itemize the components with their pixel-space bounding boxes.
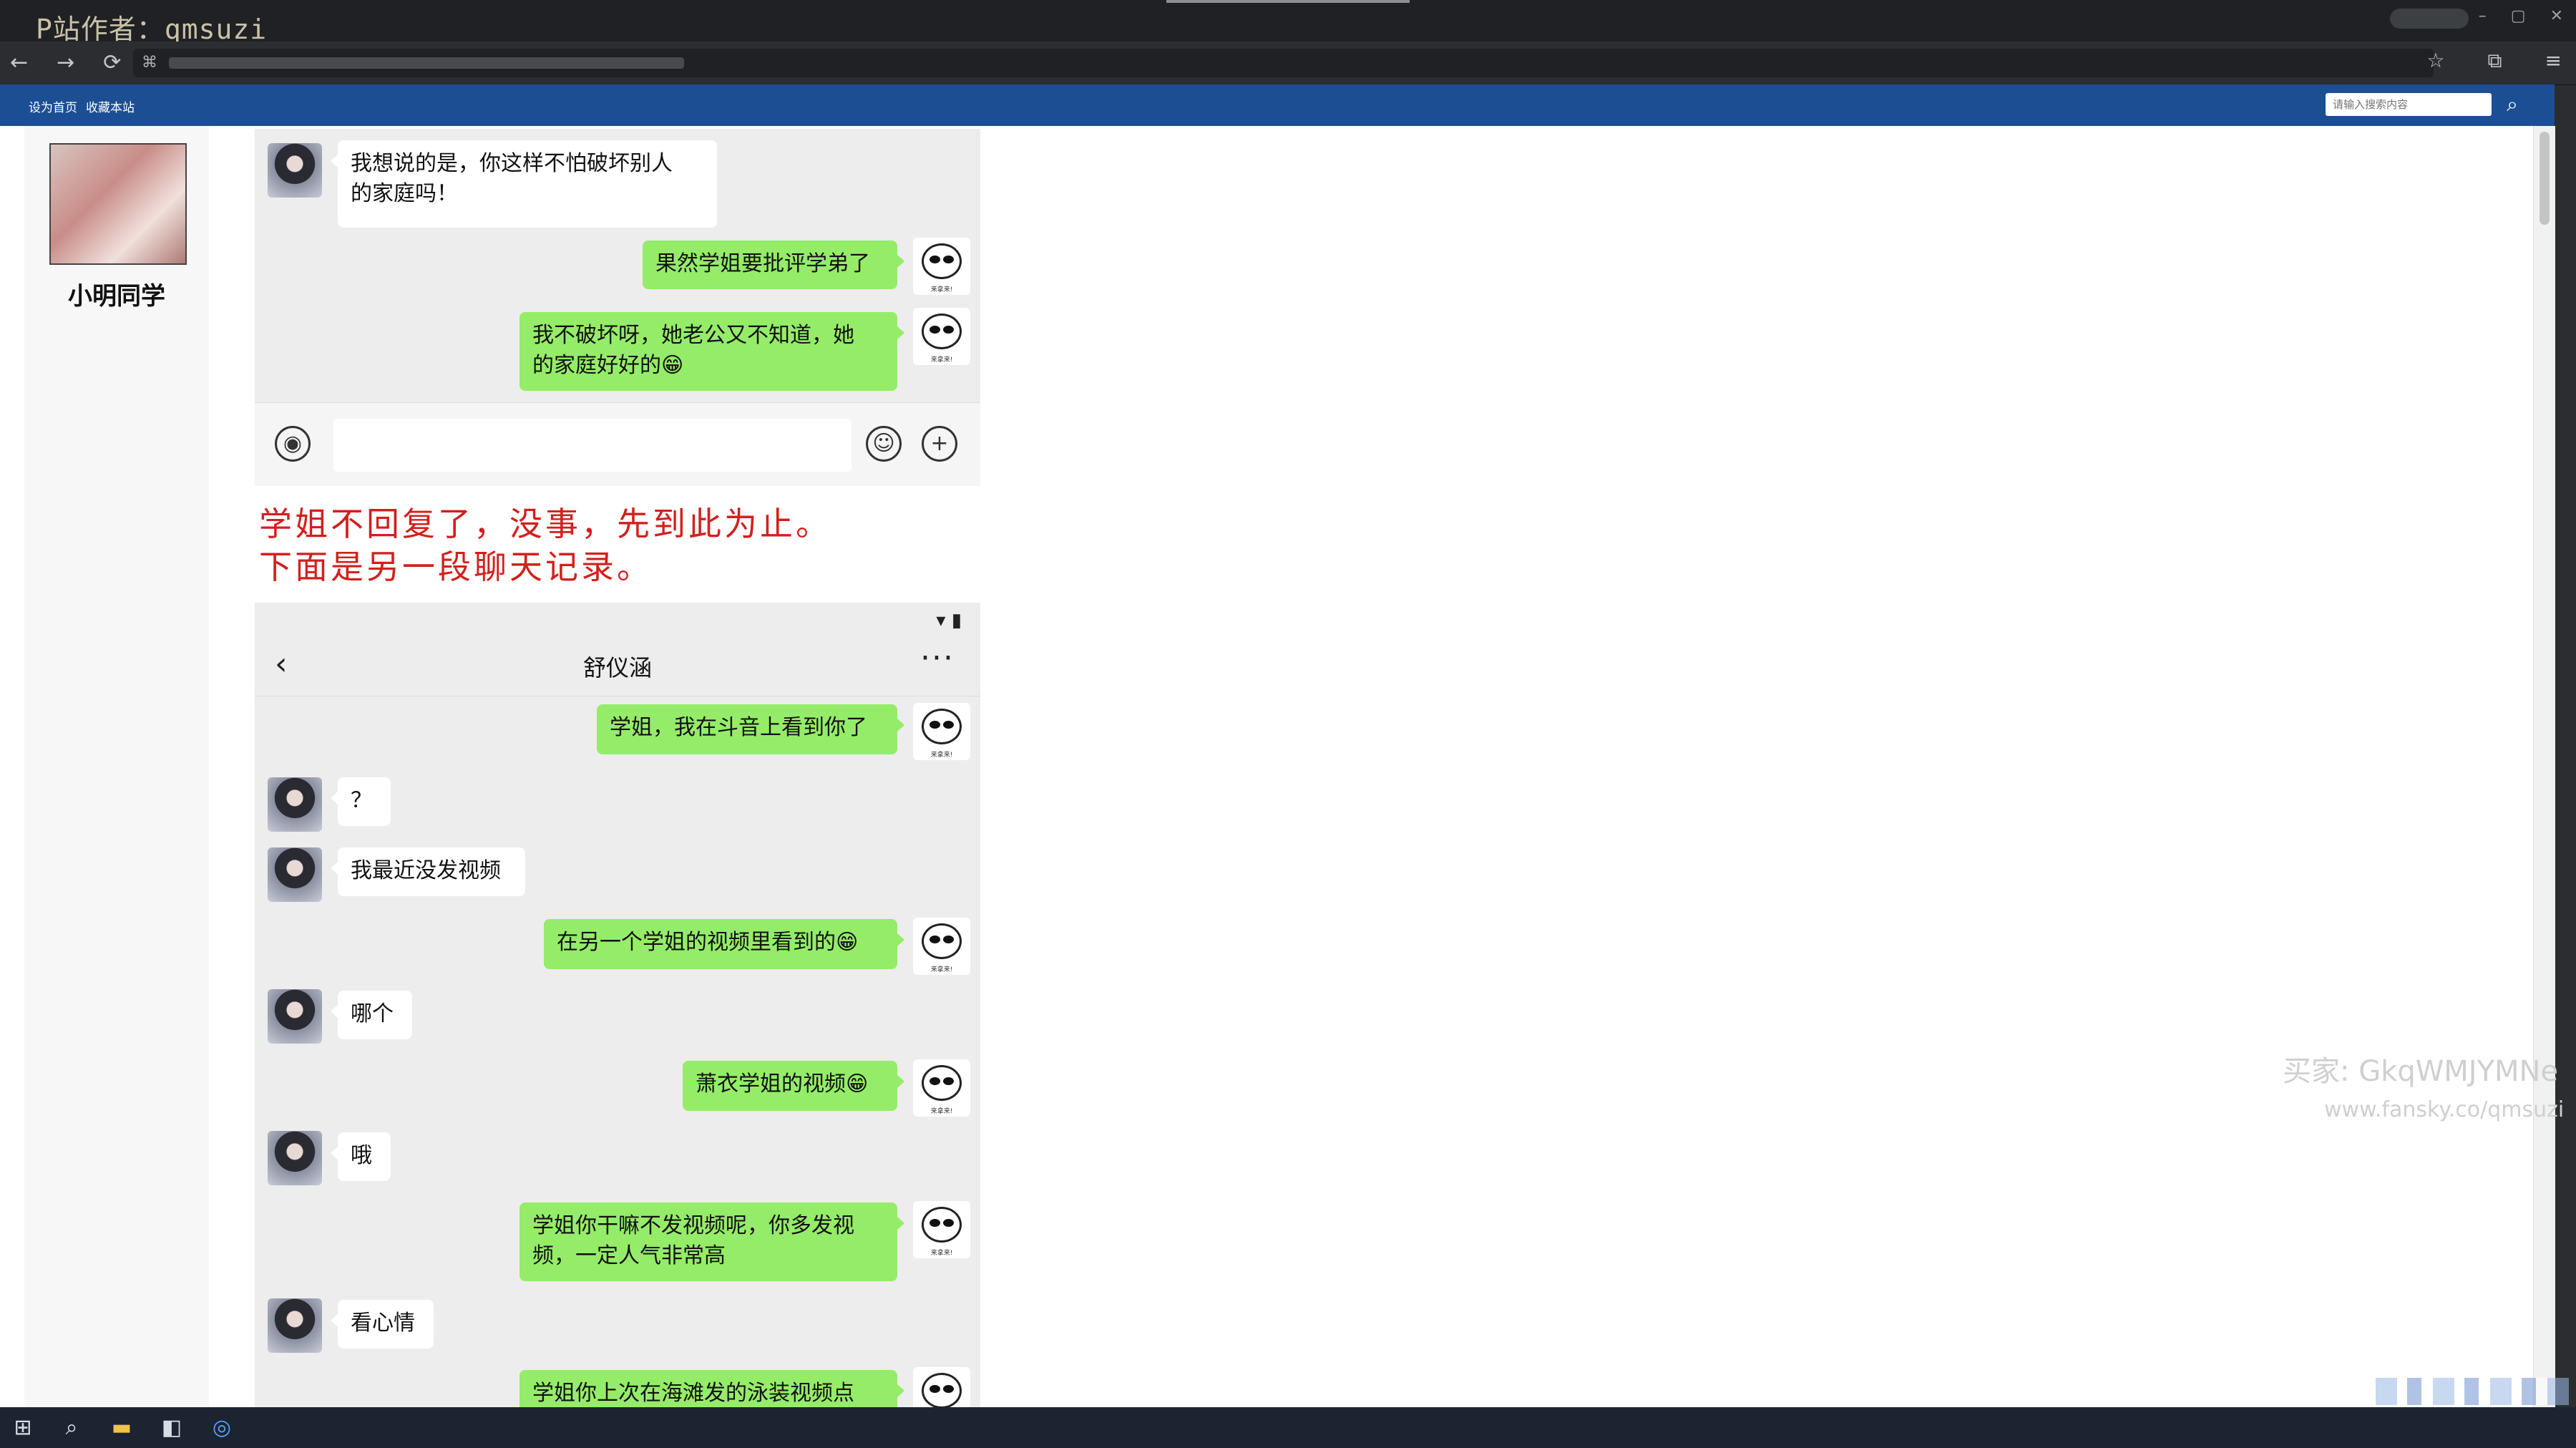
- girl-avatar: [268, 777, 322, 832]
- browser-icon[interactable]: ◎: [208, 1414, 236, 1442]
- blurred-tray-area: [2376, 1378, 2569, 1405]
- girl-avatar: [268, 847, 322, 902]
- set-homepage-link[interactable]: 设为首页: [29, 97, 77, 115]
- active-tab-indicator[interactable]: [1166, 0, 1410, 3]
- extensions-icon[interactable]: ⧉: [2488, 49, 2502, 73]
- buyer-watermark-line1: 买家: GkqWMJYMNe: [2283, 1055, 2559, 1088]
- toolbar-right: ☆ ⧉ ≡: [2426, 49, 2562, 73]
- message-bubble-out: 学姐你上次在海滩发的泳装视频点: [519, 1370, 904, 1407]
- message-input[interactable]: [333, 419, 852, 472]
- menu-icon[interactable]: ≡: [2545, 49, 2562, 73]
- note-line-2: 下面是另一段聊天记录。: [259, 548, 653, 586]
- panda-avatar: 来拿来!: [913, 703, 970, 760]
- message-bubble-in: 哪个: [331, 991, 412, 1039]
- panda-face: [922, 923, 962, 959]
- girl-avatar: [268, 1131, 322, 1185]
- emoji-icon[interactable]: ☺: [866, 426, 902, 462]
- page-content: 小明同学 我想说的是，你这样不怕破坏别人 的家庭吗！ 来拿来! 果然学姐要批评学…: [0, 126, 2555, 1407]
- minimize-icon[interactable]: –: [2479, 7, 2487, 25]
- panda-caption: 来拿来!: [930, 1108, 953, 1115]
- panda-face: [922, 243, 962, 279]
- extension-pill[interactable]: [2390, 9, 2469, 29]
- girl-avatar: [268, 989, 322, 1044]
- message-bubble-out: 萧衣学姐的视频😁: [683, 1061, 904, 1111]
- panda-avatar: 来拿来!: [913, 1367, 970, 1407]
- plus-icon[interactable]: +: [922, 426, 957, 462]
- panda-face: [922, 709, 962, 744]
- url-text-blurred: [169, 57, 684, 69]
- panda-caption: 来拿来!: [930, 966, 953, 973]
- scrollbar-thumb[interactable]: [2540, 132, 2550, 225]
- os-taskbar: ⊞ ⌕ ▬ ◧ ◎: [0, 1407, 2576, 1448]
- message-bubble-out: 在另一个学姐的视频里看到的😁: [544, 919, 904, 969]
- message-bubble-in: 我最近没发视频: [331, 847, 525, 896]
- site-info-icon[interactable]: ⌘: [142, 54, 157, 72]
- panda-avatar: 来拿来!: [913, 918, 970, 975]
- panda-face: [922, 314, 962, 349]
- profile-column: 小明同学: [24, 126, 209, 1407]
- panda-caption: 来拿来!: [930, 286, 953, 293]
- chat-header: ‹ 舒仪涵 ···: [255, 631, 980, 696]
- page-scrollbar[interactable]: [2533, 126, 2555, 1407]
- chat-input-bar: ◉ ☺ +: [255, 402, 980, 486]
- start-icon[interactable]: ⊞: [9, 1414, 37, 1442]
- bookmark-star-icon[interactable]: ☆: [2426, 49, 2444, 73]
- panda-avatar: 来拿来!: [913, 1201, 970, 1258]
- app-icon[interactable]: ◧: [157, 1414, 186, 1442]
- message-bubble-out: 果然学姐要批评学弟了: [643, 240, 904, 289]
- site-links: 设为首页 收藏本站: [29, 97, 135, 115]
- panda-caption: 来拿来!: [930, 1250, 953, 1257]
- search-icon[interactable]: ⌕: [2500, 92, 2524, 117]
- maximize-icon[interactable]: ▢: [2511, 7, 2526, 25]
- message-bubble-out: 学姐你干嘛不发视频呢，你多发视 频，一定人气非常高: [519, 1202, 904, 1281]
- panda-caption: 来拿来!: [930, 356, 953, 364]
- site-header-bar: 设为首页 收藏本站 ⌕: [0, 84, 2555, 126]
- note-line-1: 学姐不回复了，没事，先到此为止。: [259, 505, 831, 543]
- buyer-watermark-line2: www.fansky.co/qmsuzi: [2324, 1097, 2565, 1122]
- panda-caption: 来拿来!: [930, 752, 953, 759]
- girl-avatar: [268, 143, 322, 198]
- more-icon[interactable]: ···: [920, 640, 955, 676]
- forward-icon[interactable]: →: [57, 50, 74, 75]
- voice-icon[interactable]: ◉: [275, 426, 311, 462]
- panda-face: [922, 1373, 962, 1407]
- left-margin: [0, 126, 25, 1407]
- chat-screenshot-2: ▾ ▮ ‹ 舒仪涵 ··· 来拿来! 学姐，我在斗音上看到你了 ？ 我最近没发视…: [255, 603, 980, 1407]
- profile-name: 小明同学: [68, 282, 165, 311]
- window-controls: – ▢ ✕: [2479, 7, 2563, 25]
- message-bubble-in: 我想说的是，你这样不怕破坏别人 的家庭吗！: [331, 140, 717, 228]
- buyer-watermark: 买家: GkqWMJYMNe www.fansky.co/qmsuzi: [2283, 1052, 2564, 1129]
- search-input[interactable]: [2326, 93, 2492, 116]
- address-bar-row: ← → ⟳ ⌘ ☆ ⧉ ≡: [0, 42, 2576, 85]
- panda-avatar: 来拿来!: [913, 308, 970, 365]
- browser-titlebar: P站作者：qmsuzi – ▢ ✕: [0, 0, 2576, 45]
- reload-icon[interactable]: ⟳: [103, 50, 121, 75]
- red-note: 学姐不回复了，没事，先到此为止。 下面是另一段聊天记录。: [259, 502, 975, 588]
- message-bubble-in: 哦: [331, 1132, 391, 1181]
- profile-image: [49, 143, 187, 265]
- message-bubble-out: 我不破坏呀，她老公又不知道，她 的家庭好好的😁: [519, 312, 904, 391]
- url-field[interactable]: ⌘: [133, 49, 2434, 77]
- panda-avatar: 来拿来!: [913, 238, 970, 295]
- girl-avatar: [268, 1298, 322, 1353]
- search-icon[interactable]: ⌕: [57, 1414, 86, 1442]
- chat-title: 舒仪涵: [582, 654, 652, 681]
- folder-icon[interactable]: ▬: [107, 1414, 136, 1442]
- panda-avatar: 来拿来!: [913, 1059, 970, 1117]
- panda-face: [922, 1207, 962, 1243]
- back-icon[interactable]: ←: [10, 50, 28, 75]
- panda-face: [922, 1065, 962, 1101]
- close-icon[interactable]: ✕: [2550, 7, 2563, 25]
- message-bubble-in: ？: [331, 777, 391, 826]
- phone-status-icons: ▾ ▮: [936, 610, 962, 631]
- bookmark-site-link[interactable]: 收藏本站: [86, 97, 135, 115]
- nav-buttons: ← → ⟳: [10, 50, 121, 75]
- message-bubble-in: 看心情: [331, 1300, 434, 1349]
- chat-screenshot-1: 我想说的是，你这样不怕破坏别人 的家庭吗！ 来拿来! 果然学姐要批评学弟了 来拿…: [255, 129, 980, 486]
- author-watermark: P站作者：qmsuzi: [36, 14, 268, 45]
- message-bubble-out: 学姐，我在斗音上看到你了: [597, 704, 904, 754]
